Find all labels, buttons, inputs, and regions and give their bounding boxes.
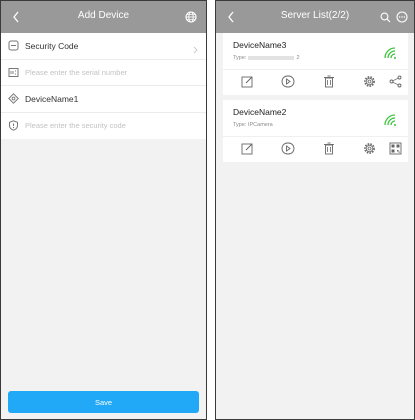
- settings-gear-icon[interactable]: [361, 73, 377, 89]
- playback-icon[interactable]: [280, 73, 296, 89]
- security-code-row[interactable]: Security Code: [1, 33, 206, 60]
- edit-icon[interactable]: [239, 73, 255, 89]
- device-actions: [223, 73, 408, 93]
- playback-icon[interactable]: [280, 140, 296, 156]
- chevron-right-icon: [193, 41, 198, 59]
- redacted-type-block: [248, 55, 295, 60]
- delete-icon[interactable]: [321, 140, 337, 156]
- search-icon[interactable]: [376, 8, 394, 26]
- device-name-field[interactable]: DeviceName1: [1, 86, 206, 113]
- more-options-icon[interactable]: [393, 8, 411, 26]
- page-title: Add Device: [77, 10, 130, 21]
- device-actions: [223, 140, 408, 160]
- security-code-field[interactable]: Please enter the security code: [1, 113, 206, 140]
- serial-icon: [7, 66, 19, 78]
- wifi-signal-icon: [384, 113, 398, 126]
- serial-number-placeholder: Please enter the serial number: [25, 67, 128, 77]
- device-name-value: DeviceName1: [25, 93, 79, 104]
- settings-gear-icon[interactable]: [361, 140, 377, 156]
- serial-number-field[interactable]: Please enter the serial number: [1, 60, 206, 86]
- edit-icon[interactable]: [239, 140, 255, 156]
- device-type: Type: 2: [233, 55, 300, 61]
- device-card[interactable]: DeviceName2 Type: IPCamera: [223, 100, 408, 162]
- card-divider: [223, 69, 408, 70]
- device-name: DeviceName2: [233, 107, 287, 117]
- wifi-signal-icon: [384, 46, 398, 59]
- server-list-navbar: Server List(2/2): [216, 1, 414, 33]
- save-button[interactable]: Save: [8, 391, 199, 413]
- qr-code-icon[interactable]: [387, 140, 403, 156]
- add-device-navbar: Add Device: [1, 1, 206, 33]
- device-type: Type: IPCamera: [233, 122, 273, 128]
- security-code-placeholder: Please enter the security code: [25, 121, 126, 131]
- globe-icon[interactable]: [182, 8, 200, 26]
- shield-icon: [7, 120, 19, 132]
- device-name-icon: [7, 93, 19, 105]
- device-name: DeviceName3: [233, 40, 287, 50]
- code-scan-icon: [7, 40, 19, 52]
- share-icon[interactable]: [387, 73, 403, 89]
- server-list-screen: Server List(2/2) DeviceName3 Type: 2 Dev…: [215, 0, 415, 420]
- device-card[interactable]: DeviceName3 Type: 2: [223, 33, 408, 95]
- security-code-label: Security Code: [25, 40, 79, 51]
- delete-icon[interactable]: [321, 73, 337, 89]
- card-divider: [223, 136, 408, 137]
- add-device-screen: Add Device Security Code Please enter th…: [0, 0, 207, 420]
- add-device-form: Security Code Please enter the serial nu…: [1, 33, 206, 139]
